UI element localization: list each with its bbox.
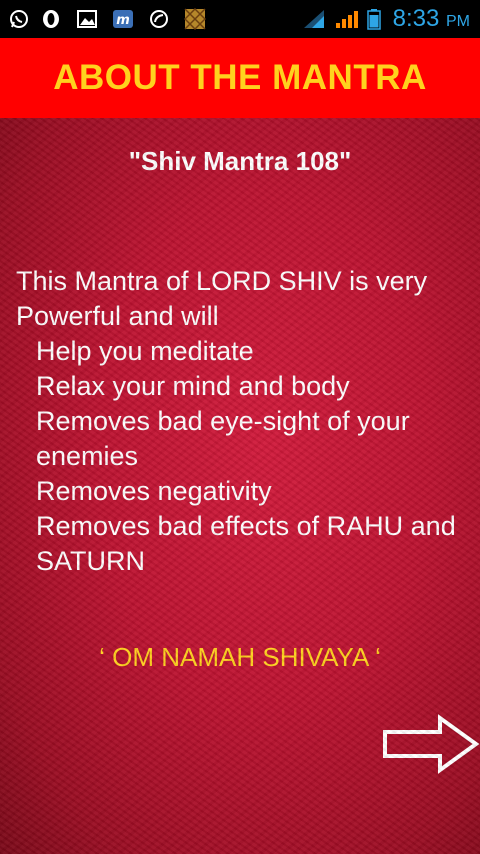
chant-text: ‘ OM NAMAH SHIVAYA ‘ [99, 642, 381, 672]
m-app-icon: m [113, 10, 133, 28]
benefit-item: Relax your mind and body [36, 371, 350, 401]
page-title: ABOUT THE MANTRA [53, 58, 427, 97]
mantra-name: "Shiv Mantra 108" [128, 146, 352, 176]
sync-icon [150, 10, 168, 28]
pattern-app-icon [184, 8, 206, 30]
battery-icon [367, 9, 381, 30]
mantra-content: "Shiv Mantra 108" This Mantra of LORD SH… [0, 118, 480, 854]
intro-text: This Mantra of LORD SHIV is very Powerfu… [16, 266, 428, 331]
clock-time: 8:33 [392, 5, 440, 32]
benefit-item: Removes bad eye-sight of your enemies [36, 406, 410, 471]
opera-icon [43, 10, 59, 28]
status-bar: m 8:33 PM [0, 0, 480, 38]
mantra-description: This Mantra of LORD SHIV is very Powerfu… [16, 264, 474, 579]
benefit-item: Removes negativity [36, 476, 272, 506]
wifi-icon [304, 10, 324, 28]
clock: 8:33 PM [393, 5, 470, 33]
benefit-item: Removes bad effects of RAHU and SATURN [36, 511, 456, 576]
clock-ampm: PM [446, 13, 470, 30]
whatsapp-icon [10, 10, 28, 28]
benefit-item: Help you meditate [36, 336, 254, 366]
gallery-icon [77, 10, 97, 28]
signal-icon [336, 11, 358, 28]
next-arrow-icon[interactable] [382, 714, 480, 774]
app-header: ABOUT THE MANTRA [0, 38, 480, 118]
svg-text:m: m [116, 13, 130, 28]
